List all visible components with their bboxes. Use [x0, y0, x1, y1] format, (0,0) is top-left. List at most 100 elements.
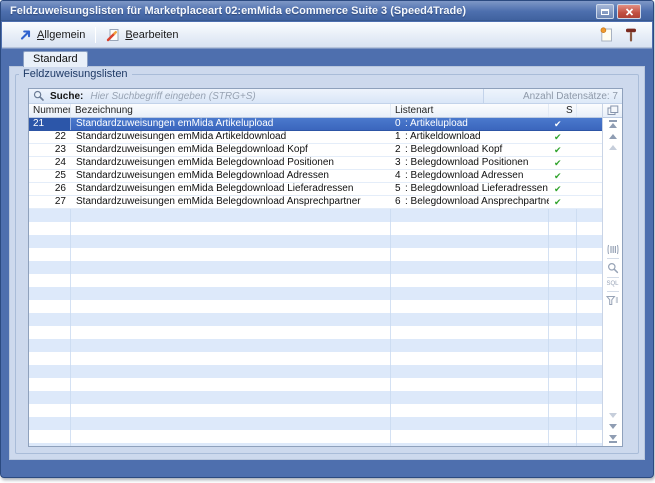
main-area: Standard Feldzuweisungslisten Suche: [2, 48, 652, 476]
row-checkmark: ✔ [549, 157, 577, 169]
search-input[interactable]: Hier Suchbegriff eingeben (STRG+S) [90, 91, 483, 102]
groupbox-label: Feldzuweisungslisten [19, 68, 132, 80]
scroll-down-button[interactable] [609, 424, 617, 429]
cell-bezeichnung: Standardzuweisungen emMida Artikelupload [71, 118, 391, 130]
scroll-to-top-button[interactable] [609, 120, 617, 128]
cell-nummer: 26 [29, 183, 71, 195]
cell-nummer: 27 [29, 196, 71, 208]
table-row[interactable]: 23 Standardzuweisungen emMida Belegdownl… [29, 144, 602, 157]
cell-listenart: 6: Belegdownload Ansprechpartner [391, 196, 549, 208]
best-fit-columns-icon[interactable] [607, 244, 619, 255]
listenart-name: : Artikeldownload [405, 131, 481, 142]
cell-filler [577, 196, 602, 208]
table-row[interactable]: 24 Standardzuweisungen emMida Belegdownl… [29, 157, 602, 170]
cell-bezeichnung: Standardzuweisungen emMida Artikeldownlo… [71, 131, 391, 143]
row-checkmark: ✔ [549, 170, 577, 182]
listenart-name: : Belegdownload Adressen [405, 170, 523, 181]
column-header-s[interactable]: S [549, 104, 577, 117]
note-icon[interactable] [600, 27, 614, 43]
cell-listenart: 5: Belegdownload Lieferadressen [391, 183, 549, 195]
grid-content: Nummer Bezeichnung Listenart S 21 Standa… [29, 104, 602, 446]
cell-listenart: 4: Belegdownload Adressen [391, 170, 549, 182]
cell-listenart: 1: Artikeldownload [391, 131, 549, 143]
column-separator [576, 209, 577, 446]
listenart-name: : Belegdownload Kopf [405, 144, 502, 155]
listenart-name: : Belegdownload Ansprechpartner [405, 196, 549, 207]
cell-bezeichnung: Standardzuweisungen emMida Belegdownload… [71, 196, 391, 208]
grid-nav-strip: SQL [602, 104, 622, 446]
cell-filler [577, 170, 602, 182]
listenart-code: 5 [395, 183, 405, 195]
cell-listenart: 2: Belegdownload Kopf [391, 144, 549, 156]
cell-listenart: 0: Artikelupload [391, 118, 549, 130]
listenart-code: 4 [395, 170, 405, 182]
groupbox-feldzuweisungslisten: Feldzuweisungslisten Suche: Hier Suchbeg… [15, 74, 639, 454]
row-checkmark: ✔ [549, 118, 577, 130]
titlebar[interactable]: Feldzuweisungslisten für Marketplaceart … [1, 1, 653, 21]
cell-nummer: 23 [29, 144, 71, 156]
table-row[interactable]: 21 Standardzuweisungen emMida Artikelupl… [29, 118, 602, 131]
listenart-name: : Belegdownload Lieferadressen [405, 183, 548, 194]
table-row[interactable]: 27 Standardzuweisungen emMida Belegdownl… [29, 196, 602, 209]
restore-icon [601, 9, 609, 15]
bearbeiten-button[interactable]: Bearbeiten [102, 26, 182, 44]
application-window: Feldzuweisungslisten für Marketplaceart … [0, 0, 654, 478]
row-checkmark: ✔ [549, 196, 577, 208]
scroll-up-page-button[interactable] [609, 145, 617, 150]
listenart-code: 1 [395, 131, 405, 143]
scroll-to-bottom-button[interactable] [609, 435, 617, 443]
cell-listenart: 3: Belegdownload Positionen [391, 157, 549, 169]
column-header-filler [577, 104, 602, 117]
listenart-code: 0 [395, 118, 405, 130]
cell-filler [577, 183, 602, 195]
cell-nummer: 25 [29, 170, 71, 182]
close-icon [625, 8, 634, 16]
bearbeiten-label: Bearbeiten [125, 29, 178, 41]
close-button[interactable] [617, 4, 641, 19]
toolbar-separator [95, 27, 96, 43]
window-title: Feldzuweisungslisten für Marketplaceart … [10, 1, 466, 21]
search-icon[interactable] [33, 90, 45, 102]
column-header-bezeichnung[interactable]: Bezeichnung [71, 104, 391, 117]
scroll-down-page-button[interactable] [609, 413, 617, 418]
cell-nummer: 22 [29, 131, 71, 143]
filter-icon[interactable] [606, 295, 619, 306]
cell-filler [577, 144, 602, 156]
table-row[interactable]: 26 Standardzuweisungen emMida Belegdownl… [29, 183, 602, 196]
column-separator [548, 209, 549, 446]
tab-panel: Feldzuweisungslisten Suche: Hier Suchbeg… [9, 66, 645, 460]
table-row[interactable]: 25 Standardzuweisungen emMida Belegdownl… [29, 170, 602, 183]
listenart-code: 2 [395, 144, 405, 156]
arrow-up-right-icon [19, 28, 32, 41]
cell-filler [577, 131, 602, 143]
cell-filler [577, 157, 602, 169]
column-separator [390, 209, 391, 446]
sql-icon[interactable]: SQL [606, 281, 618, 288]
copy-sheets-icon [607, 105, 619, 116]
listenart-code: 6 [395, 196, 405, 208]
table-row[interactable]: 22 Standardzuweisungen emMida Artikeldow… [29, 131, 602, 144]
listenart-name: : Belegdownload Positionen [405, 157, 528, 168]
restore-button[interactable] [596, 4, 614, 19]
listenart-code: 3 [395, 157, 405, 169]
cell-nummer: 24 [29, 157, 71, 169]
column-chooser-button[interactable] [603, 104, 622, 118]
column-header-listenart[interactable]: Listenart [391, 104, 549, 117]
zoom-icon[interactable] [607, 262, 619, 274]
tab-standard[interactable]: Standard [23, 51, 88, 67]
empty-rows-area [29, 209, 602, 446]
row-checkmark: ✔ [549, 144, 577, 156]
hammer-icon[interactable] [624, 27, 638, 43]
cell-bezeichnung: Standardzuweisungen emMida Belegdownload… [71, 144, 391, 156]
scroll-up-button[interactable] [609, 134, 617, 139]
column-header-nummer[interactable]: Nummer [29, 104, 71, 117]
allgemein-label: Allgemein [37, 29, 85, 41]
column-separator [70, 209, 71, 446]
grid-scroll-area: SQL [603, 118, 622, 446]
allgemein-button[interactable]: Allgemein [15, 26, 89, 43]
page-edit-icon [106, 28, 120, 42]
search-bar[interactable]: Suche: Hier Suchbegriff eingeben (STRG+S… [29, 89, 622, 104]
grid-header: Nummer Bezeichnung Listenart S [29, 104, 602, 118]
search-label: Suche: [50, 91, 83, 102]
cell-filler [577, 118, 602, 130]
